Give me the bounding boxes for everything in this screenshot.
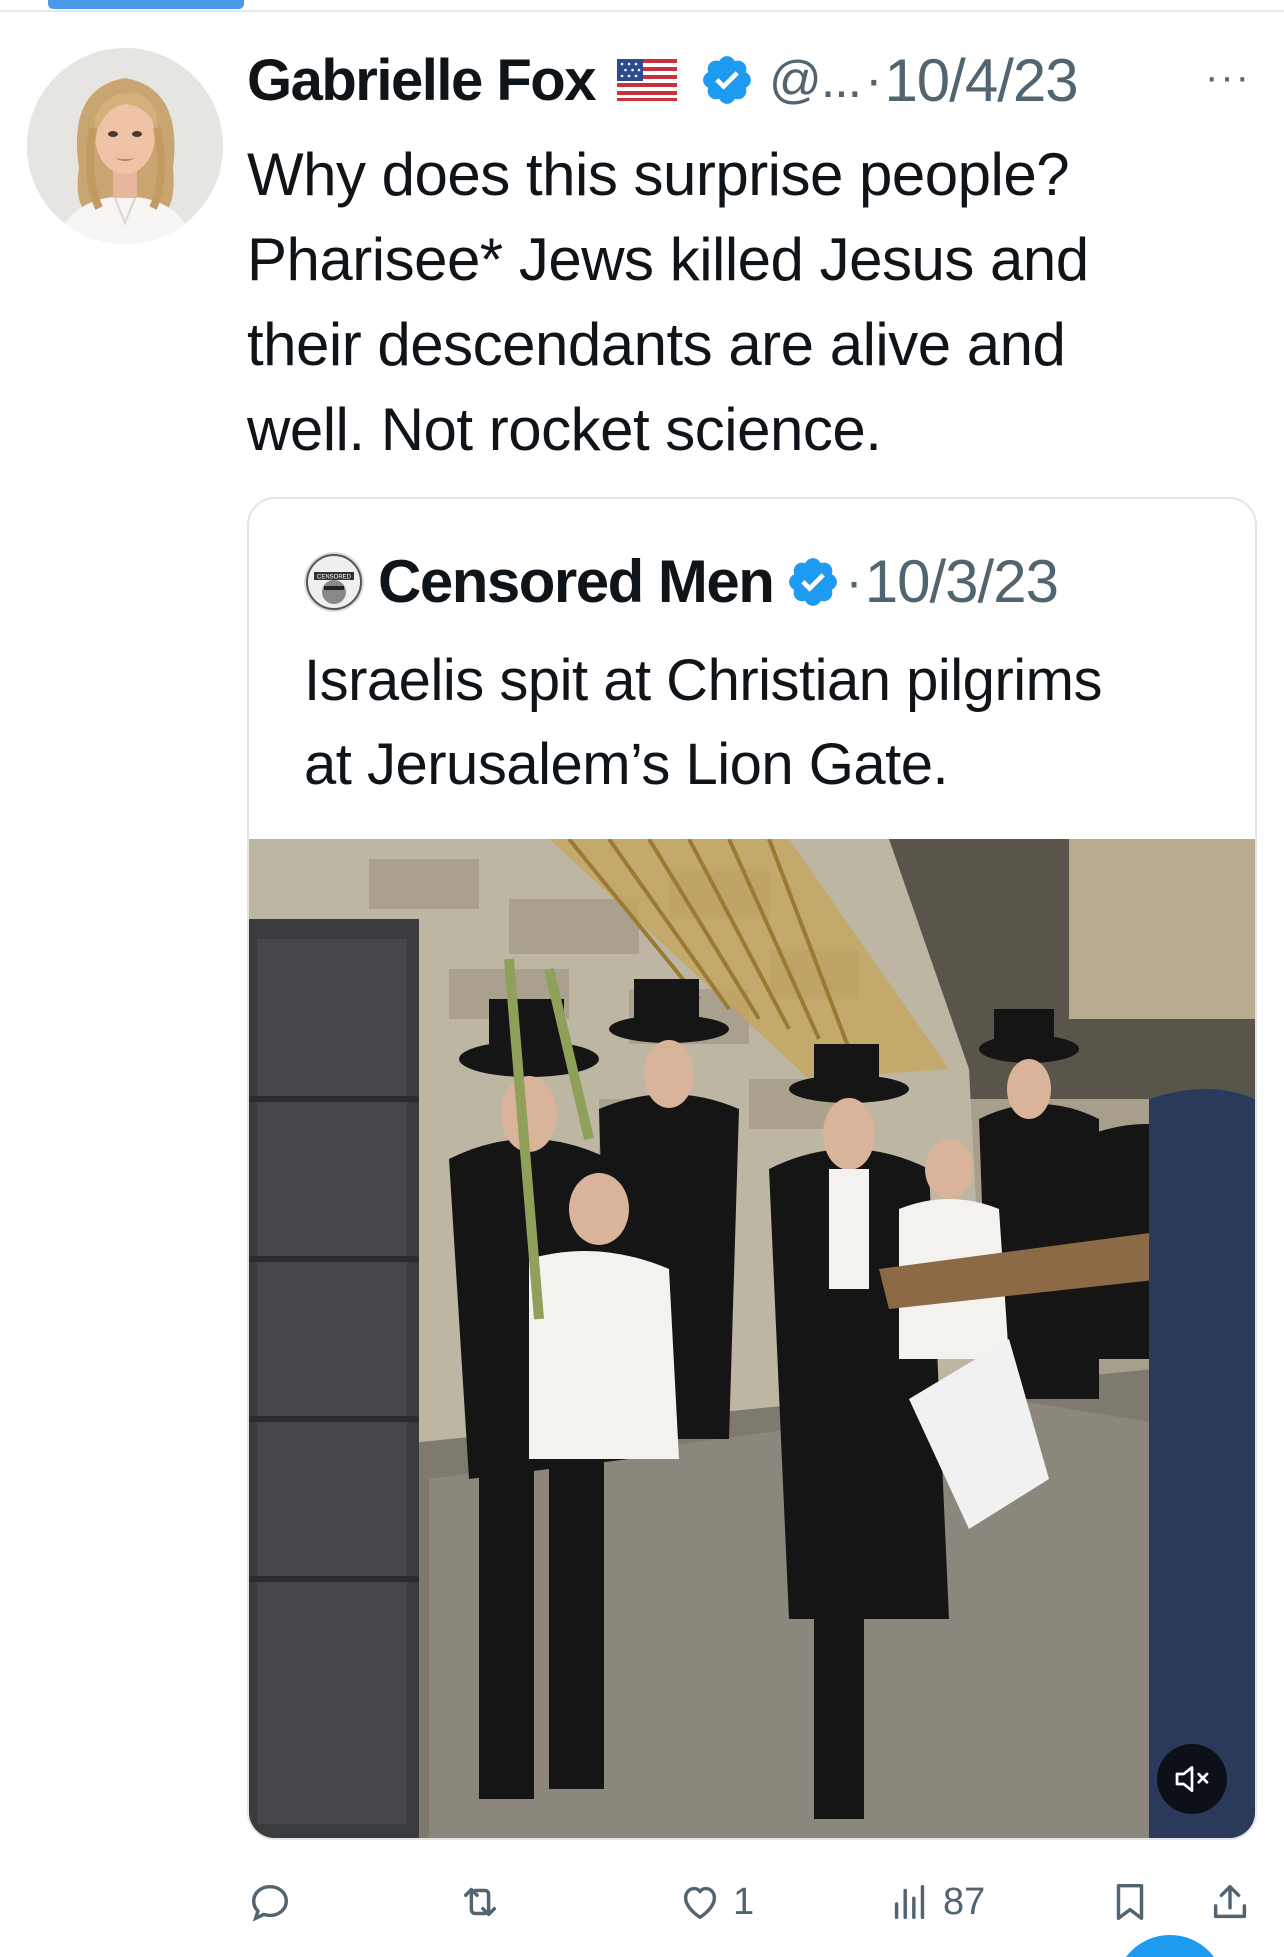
author-handle[interactable]: @...: [769, 50, 862, 110]
tab-indicator: [48, 0, 244, 9]
reply-icon: [251, 1884, 289, 1922]
verified-badge-icon[interactable]: [699, 52, 755, 108]
views-count: 87: [943, 1880, 986, 1923]
quoted-avatar-text: CENSORED: [317, 574, 352, 580]
bookmark-button[interactable]: [1107, 1872, 1153, 1932]
like-count: 1: [733, 1880, 755, 1923]
tweet-text: Why does this surprise people? Pharisee*…: [247, 141, 1089, 463]
like-button[interactable]: 1: [677, 1872, 754, 1932]
author-avatar-image: [27, 48, 223, 244]
author-name[interactable]: Gabrielle Fox: [247, 47, 596, 114]
quoted-tweet-card[interactable]: CENSORED Censored Men · 10/3/23 Israelis…: [247, 497, 1257, 1840]
quoted-author-avatar[interactable]: CENSORED: [304, 551, 364, 612]
us-flag-icon: [616, 59, 677, 101]
views-bar-chart-icon: [894, 1884, 925, 1920]
quoted-tweet-date[interactable]: 10/3/23: [865, 547, 1059, 616]
video-frame: [249, 839, 1255, 1838]
tweet-header: Gabrielle Fox @... · 10/4/23: [247, 45, 1079, 115]
quoted-separator-dot: ·: [845, 552, 863, 611]
quoted-tweet-header: CENSORED Censored Men · 10/3/23: [304, 547, 1059, 616]
views-button[interactable]: 87: [887, 1872, 985, 1932]
top-divider: [0, 10, 1284, 12]
author-avatar[interactable]: [27, 48, 223, 244]
quoted-author-name[interactable]: Censored Men: [378, 547, 775, 616]
quoted-tweet-text: Israelis spit at Christian pilgrims at J…: [304, 648, 1102, 797]
tweet-action-bar: 1 87: [247, 1872, 1257, 1932]
speaker-muted-icon: [1175, 1766, 1209, 1792]
bookmark-icon: [1116, 1883, 1144, 1921]
reply-button[interactable]: [247, 1872, 303, 1932]
quoted-verified-badge-icon: [785, 554, 841, 610]
share-icon: [1213, 1884, 1247, 1919]
compose-fab-button[interactable]: [1115, 1935, 1225, 1957]
share-button[interactable]: [1207, 1872, 1253, 1932]
heart-icon: [683, 1886, 717, 1920]
separator-dot: ·: [865, 51, 883, 109]
quoted-video[interactable]: [249, 839, 1255, 1838]
retweet-icon: [463, 1887, 497, 1917]
tweet-date[interactable]: 10/4/23: [884, 46, 1078, 115]
mute-toggle-button[interactable]: [1157, 1744, 1227, 1814]
retweet-button[interactable]: [457, 1872, 513, 1932]
more-options-button[interactable]: ···: [1205, 57, 1251, 97]
